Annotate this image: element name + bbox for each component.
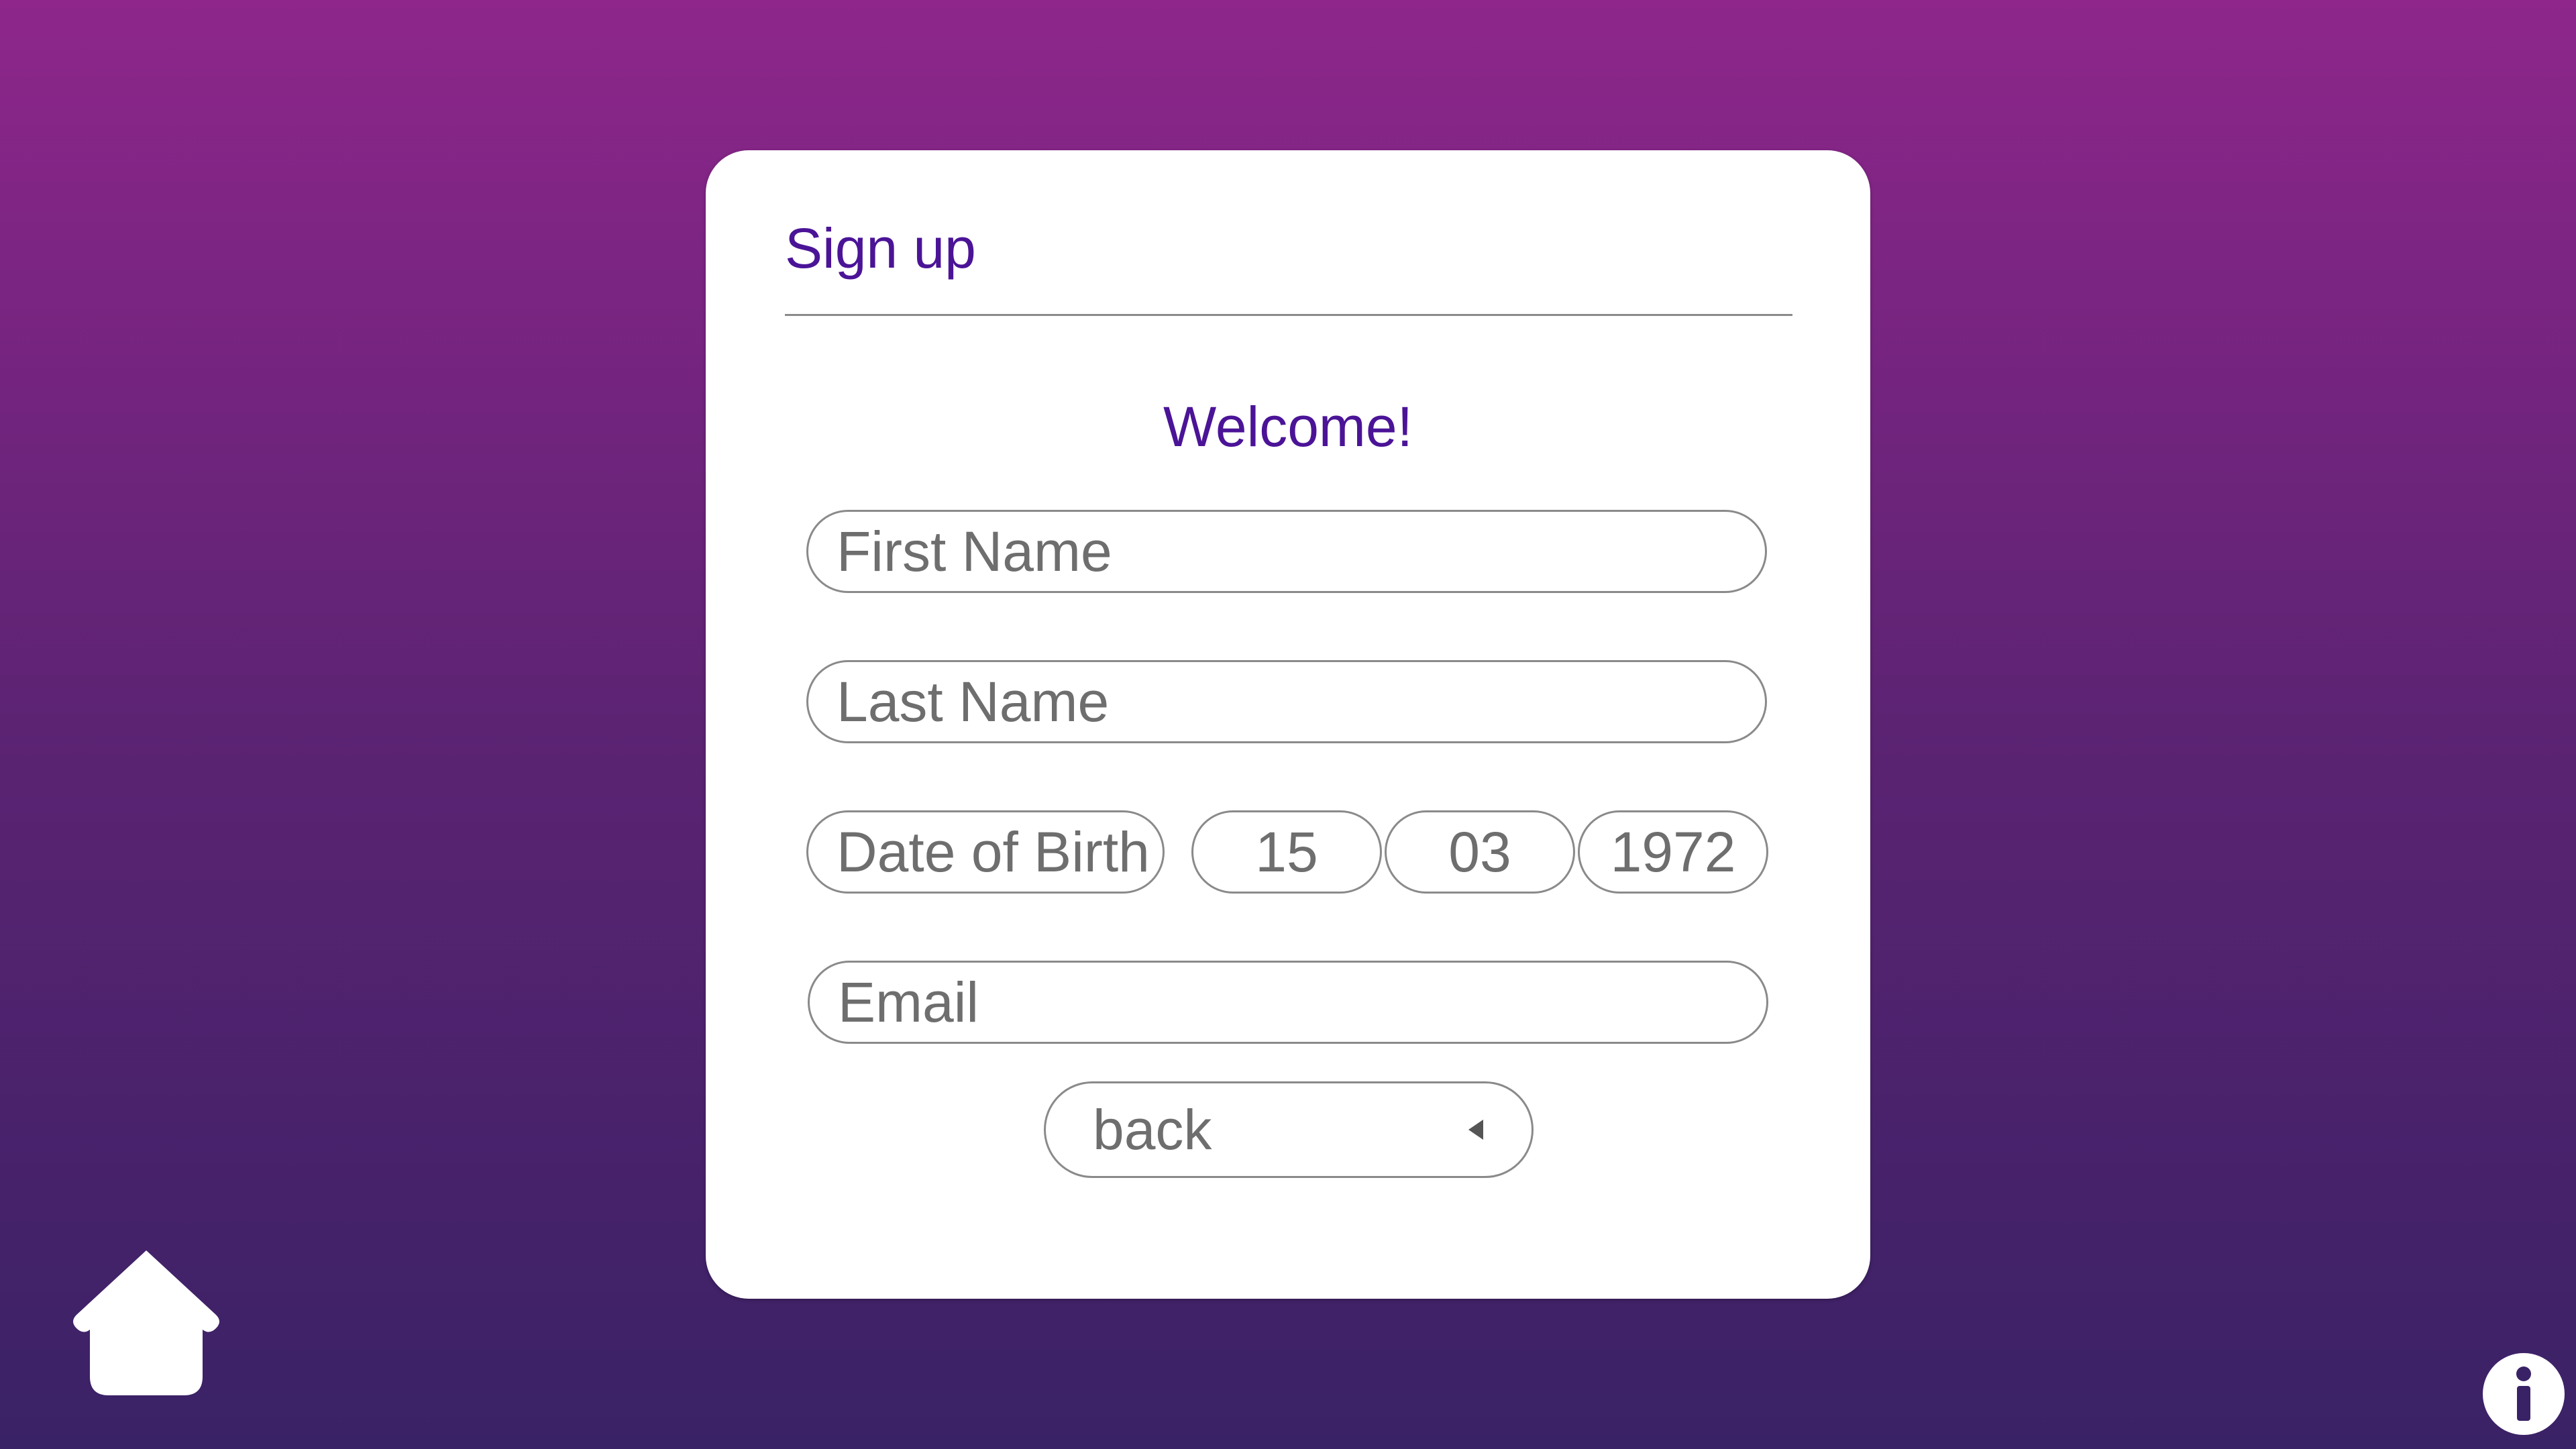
title-divider <box>785 314 1792 316</box>
welcome-heading: Welcome! <box>1163 395 1413 458</box>
back-button[interactable]: back <box>1044 1081 1534 1178</box>
home-icon <box>73 1250 219 1395</box>
info-button[interactable] <box>2482 1352 2565 1436</box>
signup-card: Sign up Welcome! Date of Birth 15 03 197… <box>706 150 1870 1299</box>
info-icon <box>2483 1353 2565 1435</box>
dob-day-field[interactable]: 15 <box>1191 810 1382 894</box>
email-input[interactable] <box>808 961 1768 1044</box>
first-name-input[interactable] <box>806 510 1767 593</box>
dob-month-field[interactable]: 03 <box>1385 810 1575 894</box>
date-of-birth-label: Date of Birth <box>806 810 1165 894</box>
back-button-label: back <box>1093 1098 1212 1161</box>
dob-year-field[interactable]: 1972 <box>1578 810 1768 894</box>
last-name-input[interactable] <box>806 660 1767 743</box>
signup-title: Sign up <box>785 217 976 280</box>
home-button[interactable] <box>64 1245 228 1397</box>
triangle-left-icon <box>1468 1120 1483 1140</box>
